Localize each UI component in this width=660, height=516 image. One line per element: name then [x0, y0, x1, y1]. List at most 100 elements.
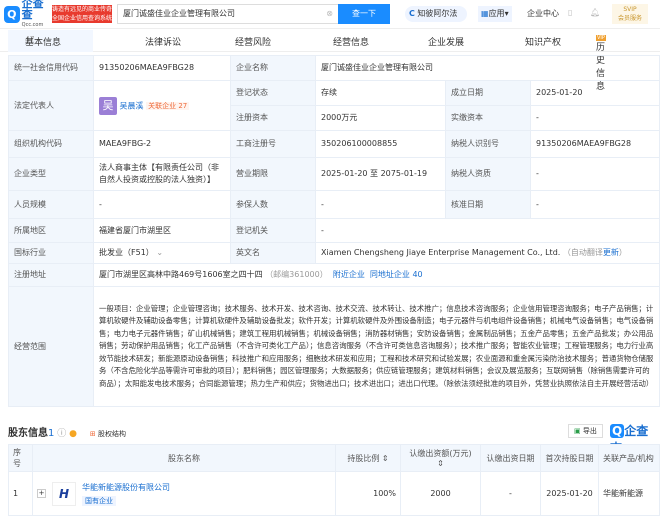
industry[interactable]: 批发业（F51） ⌄: [93, 242, 231, 264]
avatar: 吴: [99, 96, 117, 115]
svip-button[interactable]: SVIP 会员服务: [612, 4, 648, 24]
expand-button[interactable]: +: [37, 489, 46, 498]
label: 国标行业: [8, 242, 94, 264]
legal-rep: 吴 吴晨溪 关联企业 27: [93, 80, 231, 131]
tab-risk[interactable]: 经营风险: [235, 35, 271, 48]
approve-date: -: [530, 190, 660, 219]
label: 核准日期: [445, 190, 531, 219]
ratio: 100%: [335, 471, 401, 516]
tab-legal[interactable]: 法律诉讼: [145, 35, 181, 48]
label: 成立日期: [445, 80, 531, 106]
export-button[interactable]: ▣ 导出: [568, 424, 603, 438]
org-code: MAEA9FBG-2: [93, 130, 231, 158]
label: 统一社会信用代码: [8, 55, 94, 81]
col-header: 序号: [8, 444, 33, 472]
label: 登记机关: [230, 218, 316, 243]
clear-icon[interactable]: ⊗: [326, 5, 333, 23]
col-header: 关联产品/机构: [598, 444, 660, 472]
first-date: 2025-01-20: [540, 471, 599, 516]
tax-id: 91350206MAEA9FBG28: [530, 130, 660, 158]
bell-icon[interactable]: 🔔︎: [590, 8, 600, 17]
update-link[interactable]: 更新: [603, 248, 619, 257]
label: 注册资本: [230, 105, 316, 131]
related-companies-link[interactable]: 关联企业 27: [146, 102, 190, 110]
related-product-link[interactable]: 华能新能源: [598, 471, 660, 516]
legal-rep-link[interactable]: 吴晨溪: [120, 101, 144, 110]
tax-qualification: -: [530, 157, 660, 191]
tab-bar: 基本信息 47 法律诉讼 经营风险 经营信息 企业发展 知识产权 历史信息 VI…: [0, 30, 660, 92]
label: 组织机构代码: [8, 130, 94, 158]
label: 营业期限: [230, 157, 316, 191]
paid-capital: -: [530, 105, 660, 131]
label: 所属地区: [8, 218, 94, 243]
label: 工商注册号: [230, 130, 316, 158]
address: 厦门市湖里区高林中路469号1606室之四十四 （邮编361000） 附近企业 …: [93, 263, 660, 287]
label: 注册地址: [8, 263, 94, 287]
col-header: 股东名称: [32, 444, 336, 472]
label: 英文名: [230, 242, 316, 264]
status: 存续: [315, 80, 446, 106]
table-row: 1 + H 华能新能源股份有限公司 国有企业 100% 2000 - 2025-0…: [8, 471, 660, 516]
insured-count: -: [315, 190, 446, 219]
section-title: 股东信息: [8, 428, 48, 439]
authority: -: [315, 218, 660, 243]
sub-date: -: [480, 471, 541, 516]
label: 实缴资本: [445, 105, 531, 131]
basic-info-table: 统一社会信用代码 91350206MAEA9FBG28 企业名称 厦门诚盛佳业企业管理…: [8, 55, 660, 407]
label: 经营范围: [8, 286, 94, 407]
col-header-sortable[interactable]: 认缴出资日期: [480, 444, 541, 472]
search-input[interactable]: 厦门诚盛佳业企业管理有限公司 ⊗: [117, 4, 339, 24]
tab-operation[interactable]: 经营信息: [333, 35, 369, 48]
company-type: 法人商事主体【有限责任公司（非自然人投资或控股的法人独资）】: [93, 157, 231, 191]
label: 法定代表人: [8, 80, 94, 131]
info-icon[interactable]: ⓘ: [57, 429, 66, 439]
equity-structure-button[interactable]: ⊞ 股权结构: [90, 430, 126, 438]
phone-icon[interactable]: ▯: [568, 8, 572, 17]
est-date: 2025-01-20: [530, 80, 660, 106]
business-term: 2025-01-20 至 2075-01-19: [315, 157, 446, 191]
alpha-icon: C: [409, 9, 415, 18]
col-header-sortable[interactable]: 首次持股日期: [540, 444, 599, 472]
count: 1: [48, 428, 55, 439]
shareholder-table: 序号 股东名称 持股比例 ⇕ 认缴出资额(万元) ⇕ 认缴出资日期 首次持股日期…: [8, 444, 660, 516]
chevron-down-icon: ⌄: [156, 248, 164, 257]
label: 纳税人识别号: [445, 130, 531, 158]
qcc-logo[interactable]: Q 企查查 Qcc.com: [4, 0, 52, 28]
bell-icon[interactable]: ●: [69, 429, 77, 439]
reg-no: 350206100008855: [315, 130, 446, 158]
tab-ip[interactable]: 知识产权: [525, 35, 561, 48]
company-logo: H: [52, 481, 76, 506]
label: 登记状态: [230, 80, 316, 106]
search-button[interactable]: 查一下: [338, 4, 390, 24]
credit-code: 91350206MAEA9FBG28: [93, 55, 231, 81]
tab-basic-info[interactable]: 基本信息 47: [8, 30, 93, 52]
tab-history[interactable]: 历史信息 VIP: [596, 35, 606, 92]
capital: 2000万元: [315, 105, 446, 131]
enterprise-center-link[interactable]: 企业中心: [527, 8, 559, 19]
label: 纳税人资质: [445, 157, 531, 191]
same-address-link[interactable]: 同地址企业 40: [370, 270, 423, 279]
english-name: Xiamen Chengsheng Jiaye Enterprise Manag…: [315, 242, 660, 264]
tab-development[interactable]: 企业发展: [428, 35, 464, 48]
structure-icon: ⊞: [89, 430, 96, 438]
amount: 2000: [400, 471, 481, 516]
col-header-sortable[interactable]: 持股比例 ⇕: [335, 444, 401, 472]
shareholder-header: 股东信息1 ⓘ ● ⊞ 股权结构 ▣ 导出 Q企查查: [8, 424, 660, 455]
shareholder-link[interactable]: 华能新能源股份有限公司: [82, 482, 170, 493]
label: 参保人数: [230, 190, 316, 219]
company-name: 厦门诚盛佳业企业管理有限公司: [315, 55, 660, 81]
label: 企业类型: [8, 157, 94, 191]
excel-icon: ▣: [574, 427, 581, 435]
row-number: 1: [8, 471, 33, 516]
region: 福建省厦门市湖里区: [93, 218, 231, 243]
top-header: Q 企查查 Qcc.com 铸造有远见的商业传奇 全国企业信用查询系统 厦门诚盛佳业…: [0, 0, 660, 29]
shareholder-cell: + H 华能新能源股份有限公司 国有企业: [32, 471, 336, 516]
apps-menu[interactable]: ▦应用▾: [478, 6, 512, 22]
nearby-link[interactable]: 附近企业: [333, 270, 365, 279]
grid-icon: ▦: [481, 9, 489, 18]
col-header-sortable[interactable]: 认缴出资额(万元) ⇕: [400, 444, 481, 472]
alpha-button[interactable]: C 知彼阿尔法: [405, 6, 467, 22]
staff-size: -: [93, 190, 231, 219]
tag: 国有企业: [82, 495, 116, 506]
business-scope: 一般项目：企业管理；企业管理咨询；技术服务、技术开发、技术咨询、技术交流、技术转…: [93, 286, 660, 407]
